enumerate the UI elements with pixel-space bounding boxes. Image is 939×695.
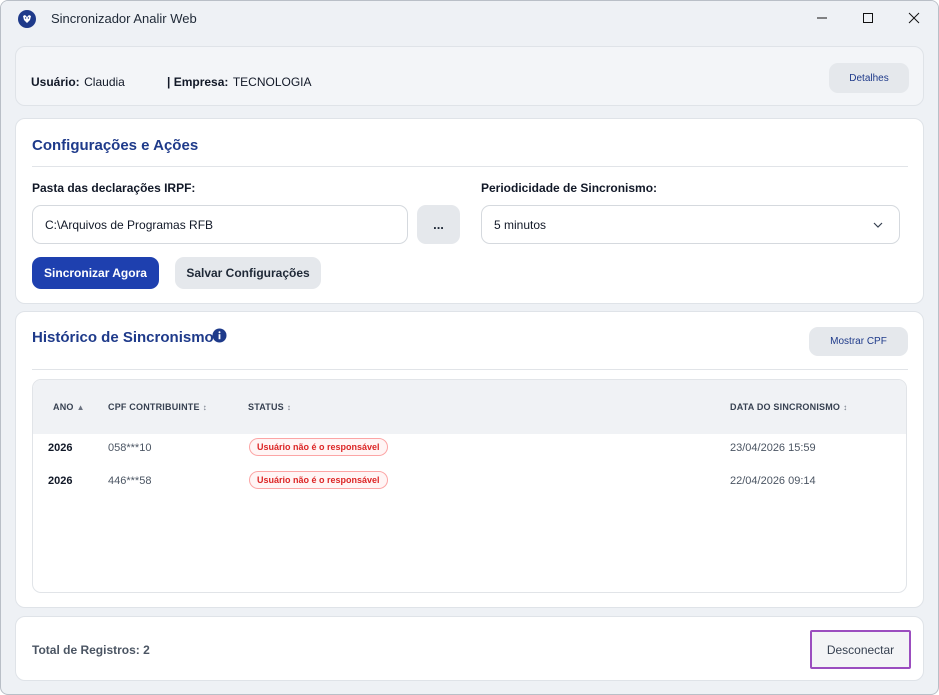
chevron-down-icon [873,222,883,228]
column-header-status-label: STATUS [248,402,284,412]
save-settings-button[interactable]: Salvar Configurações [175,257,321,289]
cell-year: 2026 [48,475,73,487]
column-header-year[interactable]: ANO ▲ [53,402,85,412]
app-logo-icon [18,10,36,28]
close-icon [908,12,920,24]
info-icon[interactable] [212,328,227,343]
column-header-status[interactable]: STATUS ↕ [248,402,291,412]
folder-input[interactable]: C:\Arquivos de Programas RFB [32,205,408,244]
minimize-icon [817,17,827,19]
cell-cpf: 058***10 [108,442,152,454]
folder-label: Pasta das declarações IRPF: [32,181,196,195]
window-title: Sincronizador Analir Web [51,11,197,26]
sort-icon: ↕ [202,402,207,412]
column-header-date[interactable]: DATA DO SINCRONISMO ↕ [730,402,847,412]
title-bar[interactable]: Sincronizador Analir Web [1,1,938,35]
app-window: Sincronizador Analir Web Usuário: Claudi… [0,0,939,695]
disconnect-button[interactable]: Desconectar [810,630,911,669]
status-badge: Usuário não é o responsável [249,438,388,456]
history-divider [32,369,908,370]
config-title: Configurações e Ações [32,137,199,154]
user-info: Usuário: Claudia [31,73,125,91]
column-header-year-label: ANO [53,402,74,412]
user-value: Claudia [84,75,125,89]
history-table: ANO ▲ CPF CONTRIBUINTE ↕ STATUS ↕ DATA D… [32,379,907,593]
cell-cpf: 446***58 [108,475,152,487]
details-button[interactable]: Detalhes [829,63,909,93]
close-button[interactable] [891,1,937,35]
column-header-cpf-label: CPF CONTRIBUINTE [108,402,200,412]
maximize-icon [863,13,873,23]
user-label: Usuário: [31,75,80,89]
cell-year: 2026 [48,442,73,454]
table-row[interactable]: 2026 058***10 Usuário não é o responsáve… [33,434,906,467]
maximize-button[interactable] [845,1,891,35]
footer-card: Total de Registros: 2 Desconectar [15,616,924,681]
table-row[interactable]: 2026 446***58 Usuário não é o responsáve… [33,467,906,500]
config-card: Configurações e Ações Pasta das declaraç… [15,118,924,304]
company-value: TECNOLOGIA [232,75,312,89]
browse-folder-button[interactable]: ... [417,205,460,244]
sort-icon: ↕ [286,402,292,412]
period-select-value: 5 minutos [494,217,547,232]
sort-icon: ↕ [843,402,848,412]
sort-ascending-icon: ▲ [76,402,85,412]
period-label: Periodicidade de Sincronismo: [481,181,658,195]
history-card: Histórico de Sincronismo Mostrar CPF ANO… [15,311,924,608]
column-header-date-label: DATA DO SINCRONISMO [730,402,841,412]
cell-date: 23/04/2026 15:59 [730,442,816,454]
table-header: ANO ▲ CPF CONTRIBUINTE ↕ STATUS ↕ DATA D… [33,380,906,434]
user-info-card: Usuário: Claudia | Empresa: TECNOLOGIA D… [15,46,924,106]
column-header-cpf[interactable]: CPF CONTRIBUINTE ↕ [108,402,207,412]
config-divider [32,166,908,167]
show-cpf-button[interactable]: Mostrar CPF [809,327,908,356]
cell-date: 22/04/2026 09:14 [730,475,816,487]
company-label: | Empresa: [167,75,229,89]
status-badge: Usuário não é o responsável [249,471,388,489]
sync-now-button[interactable]: Sincronizar Agora [32,257,159,289]
company-info: | Empresa: TECNOLOGIA [167,73,312,91]
minimize-button[interactable] [799,1,845,35]
history-title: Histórico de Sincronismo [32,329,214,346]
total-records: Total de Registros: 2 [32,643,150,657]
period-select[interactable]: 5 minutos [481,205,900,244]
